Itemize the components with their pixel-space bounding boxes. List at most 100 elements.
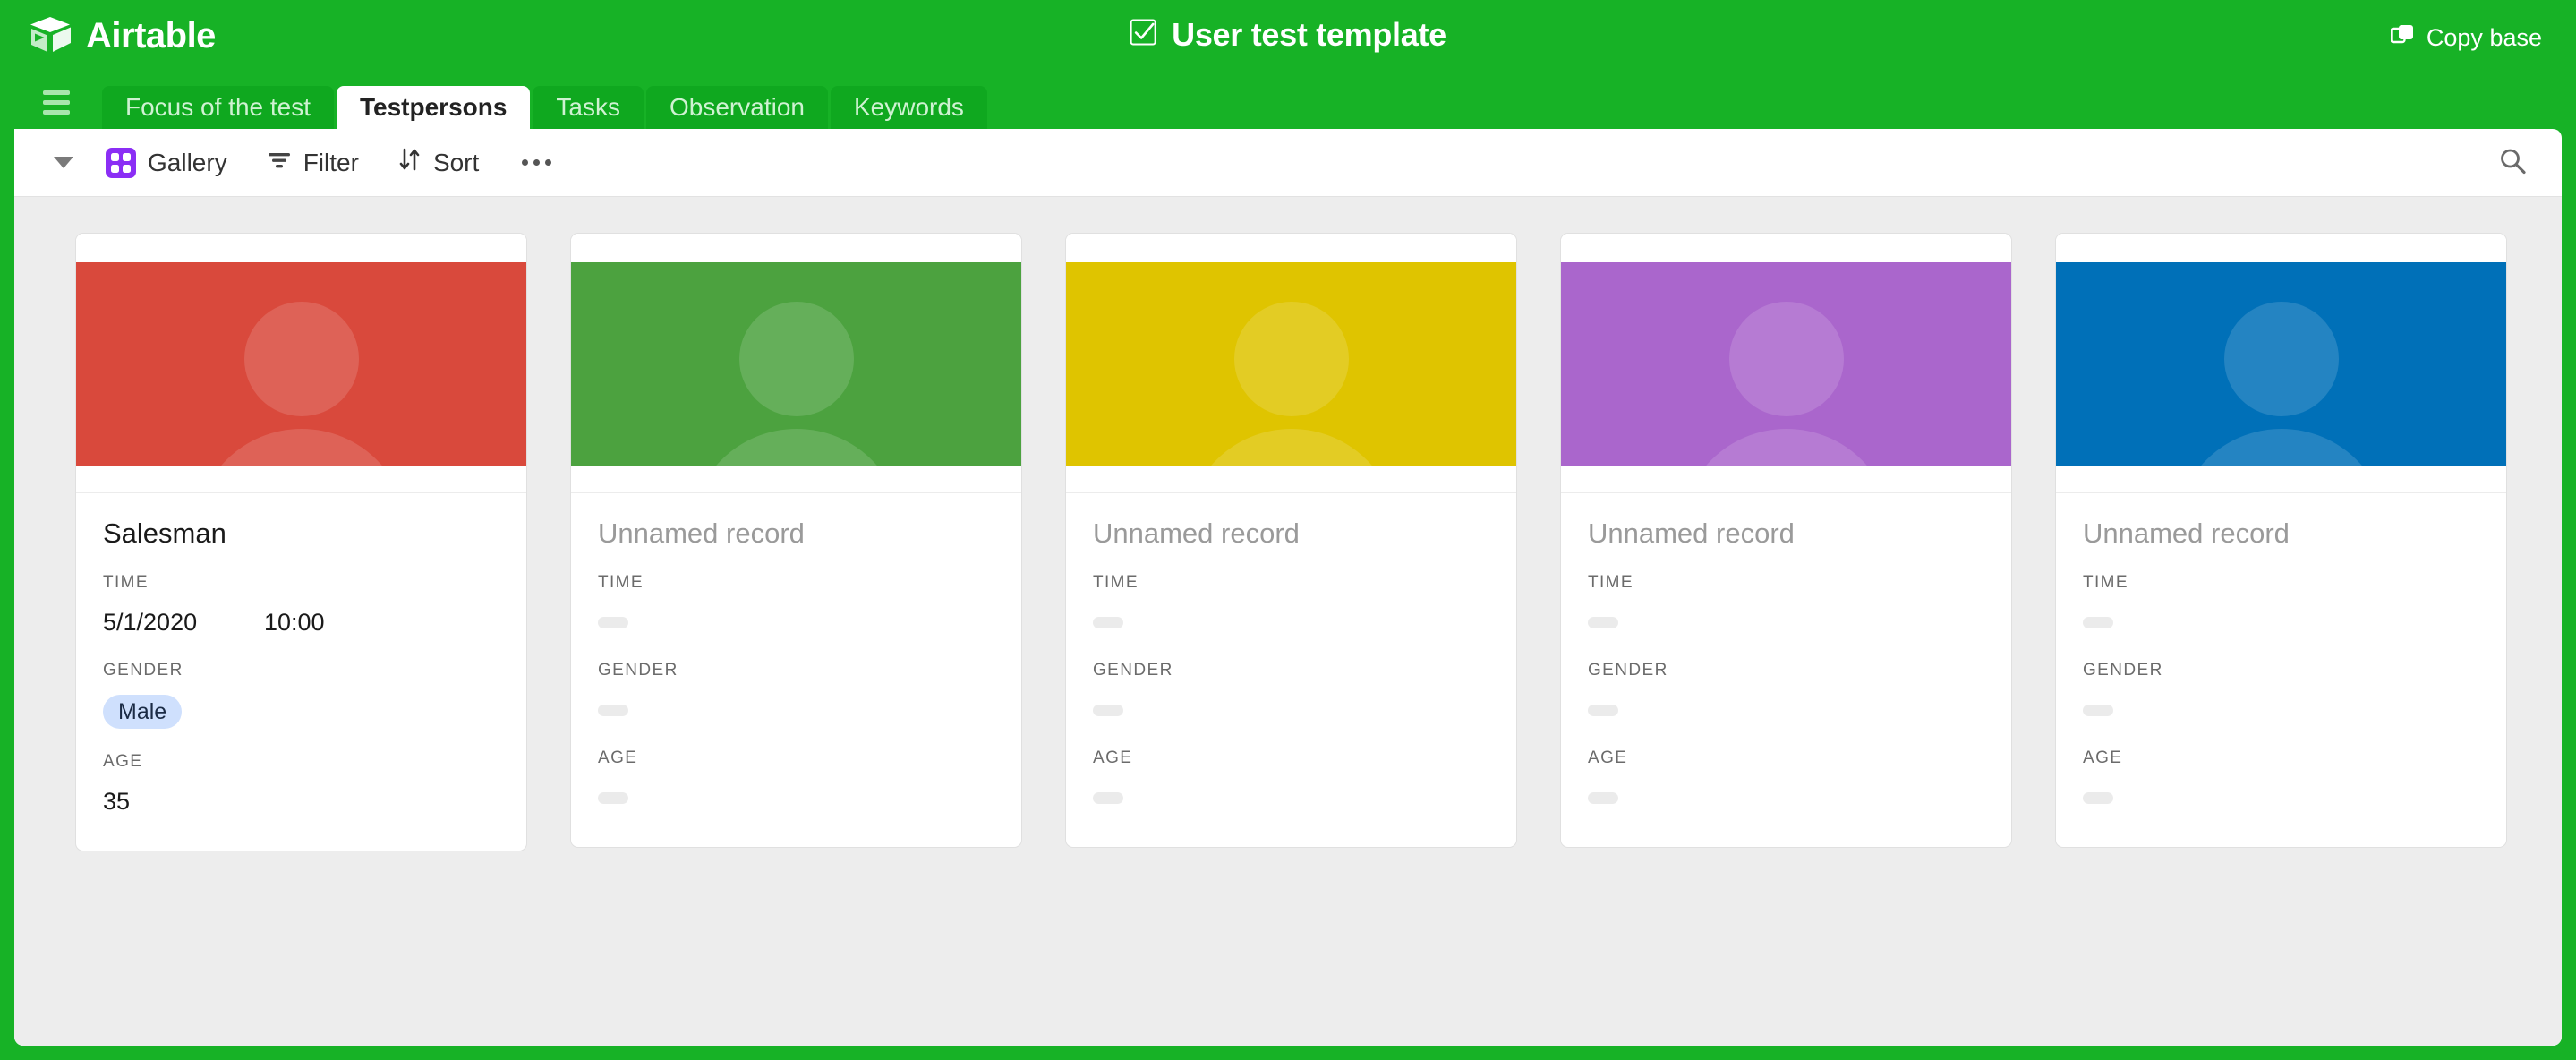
chevron-down-icon[interactable] — [54, 157, 73, 168]
tab-keywords[interactable]: Keywords — [830, 86, 987, 129]
sort-arrows-icon — [398, 148, 422, 177]
copy-base-button[interactable]: Copy base — [2390, 23, 2542, 53]
empty-value-placeholder — [598, 616, 628, 628]
field-value-age: 35 — [103, 787, 131, 815]
field-label-time: TIME — [103, 573, 149, 593]
more-horizontal-icon[interactable] — [518, 150, 555, 175]
view-label: Gallery — [148, 148, 227, 176]
card-title: Salesman — [103, 517, 226, 549]
card-top-strip — [76, 234, 526, 262]
table-tab-bar: Focus of the test Testpersons Tasks Obse… — [0, 86, 2576, 129]
card-top-strip — [1561, 234, 2011, 262]
field-label-gender: GENDER — [1093, 661, 1173, 680]
empty-value-placeholder — [1093, 616, 1123, 628]
checkbox-checked-icon — [1130, 16, 1156, 54]
person-avatar-icon — [1233, 302, 1349, 416]
top-header-bar: Airtable User test template Copy base — [0, 0, 2576, 86]
field-value-time — [2083, 607, 2479, 637]
person-avatar-icon — [243, 302, 359, 416]
card-cover-image — [571, 262, 1021, 466]
field-value-gender — [2083, 695, 2479, 725]
card-body: Unnamed record TIME GENDER AGE — [1066, 493, 1516, 847]
card-image-divider — [571, 466, 1021, 493]
gallery-card[interactable]: Unnamed record TIME GENDER AGE — [2055, 233, 2507, 849]
field-value-gender — [1093, 695, 1489, 725]
field-value-gender — [598, 695, 994, 725]
person-avatar-body — [689, 429, 903, 466]
field-label-time: TIME — [1588, 573, 1633, 593]
field-value-age — [598, 782, 994, 813]
tab-observation[interactable]: Observation — [646, 86, 828, 129]
field-label-gender: GENDER — [103, 661, 183, 680]
card-body: Unnamed record TIME GENDER AGE — [571, 493, 1021, 847]
search-icon[interactable] — [2499, 147, 2526, 178]
tab-testpersons[interactable]: Testpersons — [337, 86, 531, 129]
sort-button[interactable]: Sort — [398, 148, 479, 177]
gallery-card[interactable]: Salesman TIME 5/1/2020 10:00 GENDER Male… — [75, 233, 527, 852]
person-avatar-body — [1679, 429, 1893, 466]
card-body: Salesman TIME 5/1/2020 10:00 GENDER Male… — [76, 493, 526, 851]
view-selector-gallery[interactable]: Gallery — [106, 147, 227, 178]
filter-icon — [267, 149, 292, 177]
person-avatar-body — [2174, 429, 2388, 466]
tab-label: Tasks — [556, 93, 620, 121]
person-avatar-icon — [738, 302, 854, 416]
empty-value-placeholder — [2083, 616, 2113, 628]
field-age: AGE — [1093, 748, 1489, 813]
card-top-strip — [1066, 234, 1516, 262]
empty-value-placeholder — [1093, 791, 1123, 804]
gallery-card-grid: Salesman TIME 5/1/2020 10:00 GENDER Male… — [14, 197, 2562, 1046]
airtable-brand[interactable]: Airtable — [30, 16, 216, 56]
empty-value-placeholder — [1588, 791, 1618, 804]
card-image-divider — [76, 466, 526, 493]
field-label-age: AGE — [103, 752, 143, 772]
person-avatar-icon — [2223, 302, 2339, 416]
time-clock-value: 10:00 — [264, 608, 325, 636]
field-time: TIME — [1093, 573, 1489, 637]
empty-value-placeholder — [2083, 704, 2113, 716]
filter-button[interactable]: Filter — [267, 149, 359, 177]
card-cover-image — [2056, 262, 2506, 466]
hamburger-menu-icon[interactable] — [36, 81, 77, 124]
field-label-age: AGE — [2083, 748, 2123, 768]
field-time: TIME — [1588, 573, 1984, 637]
gallery-card[interactable]: Unnamed record TIME GENDER AGE — [1065, 233, 1517, 849]
field-label-age: AGE — [1588, 748, 1628, 768]
card-body: Unnamed record TIME GENDER AGE — [2056, 493, 2506, 847]
card-title: Unnamed record — [1093, 517, 1300, 549]
empty-value-placeholder — [1588, 704, 1618, 716]
field-value-age — [1093, 782, 1489, 813]
person-avatar-body — [194, 429, 408, 466]
field-label-time: TIME — [1093, 573, 1139, 593]
field-value-gender: Male — [103, 695, 499, 730]
tab-focus-of-the-test[interactable]: Focus of the test — [102, 86, 334, 129]
person-avatar-body — [1184, 429, 1398, 466]
field-gender: GENDER — [1093, 661, 1489, 725]
field-value-time — [1588, 607, 1984, 637]
tab-tasks[interactable]: Tasks — [533, 86, 644, 129]
tab-label: Testpersons — [360, 93, 508, 121]
card-cover-image — [1066, 262, 1516, 466]
copy-duplicate-icon — [2390, 23, 2414, 53]
field-gender: GENDER — [1588, 661, 1984, 725]
card-title: Unnamed record — [2083, 517, 2290, 549]
field-label-time: TIME — [2083, 573, 2128, 593]
card-top-strip — [571, 234, 1021, 262]
empty-value-placeholder — [1588, 616, 1618, 628]
field-label-age: AGE — [1093, 748, 1133, 768]
field-age: AGE 35 — [103, 752, 499, 816]
card-image-divider — [1561, 466, 2011, 493]
field-gender: GENDER — [598, 661, 994, 725]
gallery-card[interactable]: Unnamed record TIME GENDER AGE — [1560, 233, 2012, 849]
gallery-card[interactable]: Unnamed record TIME GENDER AGE — [570, 233, 1022, 849]
field-value-time — [1093, 607, 1489, 637]
empty-value-placeholder — [598, 791, 628, 804]
card-image-divider — [2056, 466, 2506, 493]
field-time: TIME — [2083, 573, 2479, 637]
base-title-label: User test template — [1172, 16, 1446, 53]
field-value-gender — [1588, 695, 1984, 725]
empty-value-placeholder — [2083, 791, 2113, 804]
field-age: AGE — [2083, 748, 2479, 813]
field-label-gender: GENDER — [1588, 661, 1668, 680]
brand-name-label: Airtable — [86, 16, 216, 56]
